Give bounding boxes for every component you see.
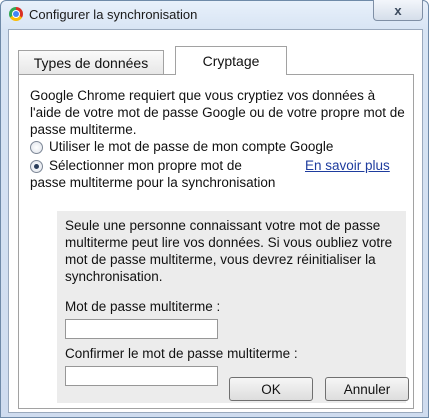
passphrase-label: Mot de passe multiterme : xyxy=(65,299,221,314)
chrome-logo-icon xyxy=(9,7,23,21)
tab-encryption[interactable]: Cryptage xyxy=(175,46,287,75)
passphrase-box: Seule une personne connaissant votre mot… xyxy=(57,211,406,403)
intro-text: Google Chrome requiert que vous cryptiez… xyxy=(30,88,405,137)
encryption-panel: Google Chrome requiert que vous cryptiez… xyxy=(18,74,414,409)
confirm-passphrase-label: Confirmer le mot de passe multiterme : xyxy=(65,346,298,361)
option-own-passphrase-label-line2[interactable]: passe multiterme pour la synchronisation xyxy=(30,175,275,191)
passphrase-info-text: Seule une personne connaissant votre mot… xyxy=(65,218,393,284)
dialog-window: Configurer la synchronisation x Types de… xyxy=(0,0,429,418)
radio-own-passphrase[interactable] xyxy=(30,160,43,173)
option-own-passphrase-label-line1[interactable]: Sélectionner mon propre mot de xyxy=(49,158,242,174)
close-button[interactable]: x xyxy=(373,0,423,21)
title-bar[interactable]: Configurer la synchronisation x xyxy=(1,0,428,29)
dialog-content: Types de données Cryptage Google Chrome … xyxy=(8,29,423,413)
confirm-passphrase-input[interactable] xyxy=(65,366,218,386)
close-icon: x xyxy=(394,2,402,18)
cancel-button[interactable]: Annuler xyxy=(325,377,409,401)
passphrase-input[interactable] xyxy=(65,319,218,339)
learn-more-link[interactable]: En savoir plus xyxy=(305,158,390,173)
ok-button[interactable]: OK xyxy=(229,377,313,401)
option-google-password-label[interactable]: Utiliser le mot de passe de mon compte G… xyxy=(49,139,333,155)
tab-data-types[interactable]: Types de données xyxy=(18,50,164,74)
radio-google-password[interactable] xyxy=(30,141,43,154)
window-title: Configurer la synchronisation xyxy=(29,7,198,22)
tab-strip: Types de données Cryptage xyxy=(18,46,414,75)
